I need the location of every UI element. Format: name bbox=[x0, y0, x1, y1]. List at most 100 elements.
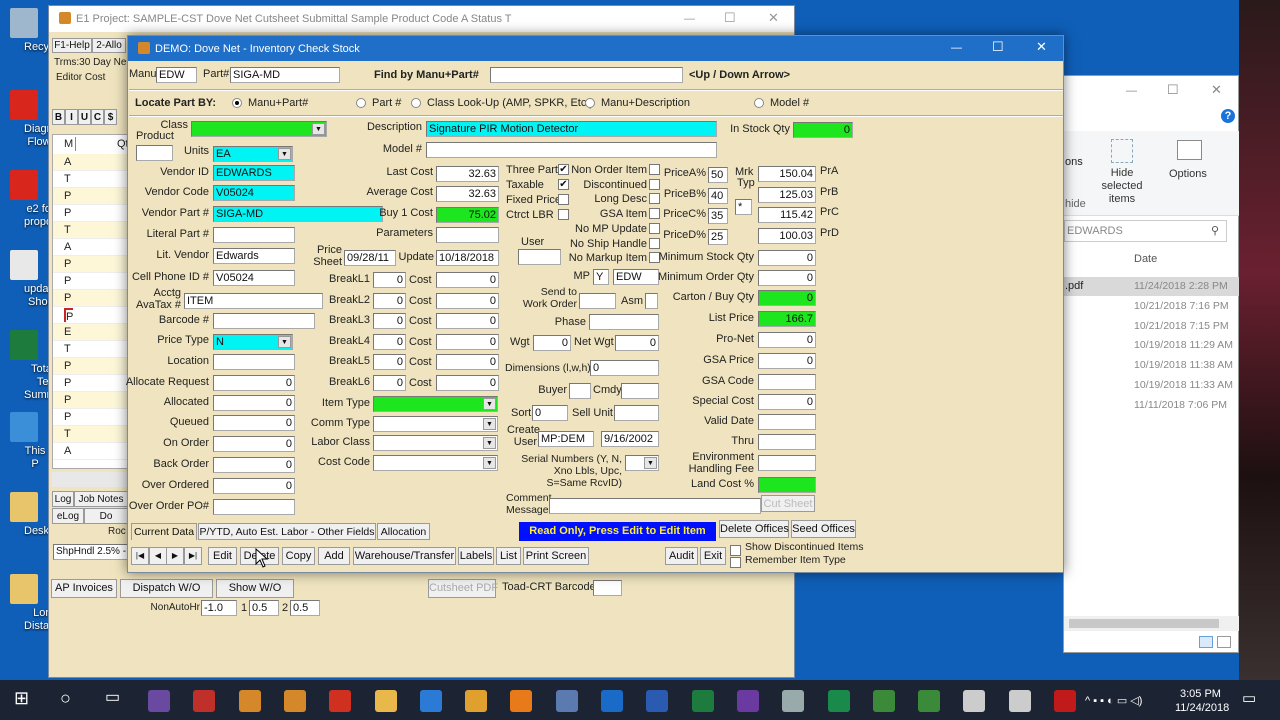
desktop-icon[interactable]: Desktop bbox=[2, 492, 64, 537]
ap-invoices-button[interactable]: AP Invoices bbox=[51, 579, 117, 598]
user-field[interactable] bbox=[518, 249, 561, 265]
weight-field[interactable]: 0 bbox=[533, 335, 571, 351]
remember-item-type-checkbox[interactable] bbox=[730, 557, 741, 568]
over-order-po-field[interactable] bbox=[213, 499, 295, 515]
hide-selected-button[interactable]: Hide selected items bbox=[1089, 167, 1155, 205]
start-icon[interactable]: ⊞ bbox=[14, 689, 29, 711]
gsa-price-field[interactable]: 0 bbox=[758, 353, 816, 369]
env-fee-field[interactable] bbox=[758, 455, 816, 471]
buyer-field[interactable] bbox=[569, 383, 591, 399]
app-icon[interactable] bbox=[283, 690, 306, 712]
toad-barcode-field[interactable] bbox=[593, 580, 622, 596]
break-cost-field[interactable]: 0 bbox=[436, 333, 499, 350]
find-input[interactable] bbox=[490, 67, 683, 83]
app-icon[interactable] bbox=[782, 690, 805, 712]
close-icon[interactable]: ✕ bbox=[1036, 40, 1047, 54]
price-percent-field[interactable]: 35 bbox=[708, 208, 728, 224]
price-percent-field[interactable]: 25 bbox=[708, 228, 728, 245]
action-labels-button[interactable]: Labels bbox=[458, 547, 494, 565]
close-icon[interactable]: ✕ bbox=[768, 11, 779, 25]
help-icon[interactable]: ? bbox=[1221, 109, 1235, 123]
locate-radio[interactable] bbox=[411, 98, 421, 108]
app-icon[interactable] bbox=[827, 690, 850, 712]
action-warehouse-transfer-button[interactable]: Warehouse/Transfer bbox=[353, 547, 456, 565]
min-stock-field[interactable]: 0 bbox=[758, 250, 816, 266]
locate-radio[interactable] bbox=[754, 98, 764, 108]
price-field[interactable]: 150.04 bbox=[758, 166, 816, 182]
vs-icon[interactable] bbox=[736, 690, 759, 712]
locate-radio[interactable] bbox=[585, 98, 595, 108]
action-edit-button[interactable]: Edit bbox=[208, 547, 237, 565]
action-copy-button[interactable]: Copy bbox=[282, 547, 315, 565]
price-field[interactable]: 125.03 bbox=[758, 186, 816, 203]
comment-field[interactable] bbox=[549, 498, 761, 514]
folder-icon[interactable] bbox=[374, 690, 397, 712]
chevron-down-icon[interactable]: ▼ bbox=[483, 398, 496, 410]
word-icon[interactable] bbox=[646, 690, 669, 712]
in-stock-field[interactable]: 0 bbox=[793, 122, 853, 138]
action-list-button[interactable]: List bbox=[496, 547, 521, 565]
desktop-icon[interactable]: e2 form proposal bbox=[2, 170, 66, 228]
comm-type-dropdown[interactable]: ▼ bbox=[373, 416, 498, 432]
pro-net-field[interactable]: 0 bbox=[758, 332, 816, 348]
action-print-screen-button[interactable]: Print Screen bbox=[523, 547, 589, 565]
hours-2-field[interactable]: 0.5 bbox=[290, 600, 320, 616]
price-field[interactable]: 115.42 bbox=[758, 207, 816, 223]
nav-last-button[interactable]: ▶| bbox=[184, 547, 202, 565]
break-qty-field[interactable]: 0 bbox=[373, 272, 406, 288]
action-add-button[interactable]: Add bbox=[318, 547, 350, 565]
thru-field[interactable] bbox=[758, 434, 816, 450]
break-cost-field[interactable]: 0 bbox=[436, 354, 499, 371]
search-box[interactable]: EDWARDS ⚲ bbox=[1064, 220, 1227, 242]
cutsheet-pdf-button[interactable]: Cutsheet PDF bbox=[428, 579, 498, 598]
sort-field[interactable]: 0 bbox=[532, 405, 568, 421]
allocate-button[interactable]: 2-Allo bbox=[92, 38, 126, 53]
app-icon[interactable] bbox=[872, 690, 895, 712]
nav-first-button[interactable]: |◀ bbox=[131, 547, 149, 565]
maximize-icon[interactable]: ☐ bbox=[992, 40, 1004, 54]
desktop-icon[interactable]: Total Te Summit bbox=[2, 330, 61, 401]
scroll-thumb[interactable] bbox=[1069, 619, 1219, 628]
dispatch-wo-button[interactable]: Dispatch W/O bbox=[120, 579, 213, 598]
break-qty-field[interactable]: 0 bbox=[373, 333, 406, 350]
model-field[interactable] bbox=[426, 142, 717, 158]
chrome-icon[interactable] bbox=[465, 690, 488, 712]
nonautohr-field[interactable]: -1.0 bbox=[201, 600, 237, 616]
item-type-dropdown[interactable]: ▼ bbox=[373, 396, 498, 412]
list-price-field[interactable]: 166.7 bbox=[758, 311, 816, 327]
task-view-icon[interactable]: ▭ bbox=[105, 690, 120, 711]
shipping-handling-field[interactable]: ShpHndl 2.5% - bbox=[53, 544, 128, 560]
create-user-field[interactable]: MP:DEM bbox=[538, 431, 594, 447]
locate-radio[interactable] bbox=[232, 98, 242, 108]
locate-radio[interactable] bbox=[356, 98, 366, 108]
minimize-icon[interactable]: — bbox=[684, 12, 695, 26]
search-input[interactable]: EDWARDS bbox=[1067, 224, 1123, 238]
markup-type-field[interactable]: * bbox=[735, 199, 752, 215]
acrobat-icon[interactable] bbox=[1054, 690, 1076, 712]
over-ordered-field[interactable]: 0 bbox=[213, 478, 295, 494]
price-field[interactable]: 100.03 bbox=[758, 227, 816, 244]
rx-icon[interactable] bbox=[193, 690, 216, 712]
audit-button[interactable]: Audit bbox=[665, 547, 698, 565]
desktop-icon[interactable]: update.t Shortc bbox=[2, 250, 64, 308]
acrobat-icon[interactable] bbox=[329, 690, 352, 712]
app-icon[interactable] bbox=[555, 690, 578, 712]
show-wo-button[interactable]: Show W/O bbox=[216, 579, 294, 598]
maximize-icon[interactable]: ☐ bbox=[724, 11, 736, 25]
chevron-down-icon[interactable]: ▼ bbox=[483, 418, 496, 430]
hours-1-field[interactable]: 0.5 bbox=[249, 600, 279, 616]
app-icon[interactable] bbox=[963, 690, 986, 712]
part-number-field[interactable]: SIGA-MD bbox=[230, 67, 340, 83]
excel-icon[interactable] bbox=[691, 690, 714, 712]
price-percent-field[interactable]: 50 bbox=[708, 167, 728, 183]
notifications-icon[interactable]: ▭ bbox=[1242, 691, 1256, 706]
special-cost-field[interactable]: 0 bbox=[758, 394, 816, 410]
carton-field[interactable]: 0 bbox=[758, 290, 816, 306]
firefox-icon[interactable] bbox=[510, 690, 533, 712]
minimize-icon[interactable]: — bbox=[1126, 84, 1137, 98]
manu-field[interactable]: EDW bbox=[156, 67, 197, 83]
app-icon[interactable] bbox=[238, 690, 261, 712]
seed-offices-button[interactable]: Seed Offices bbox=[791, 520, 856, 538]
tab-1[interactable]: P/YTD, Auto Est. Labor - Other Fields bbox=[198, 523, 376, 540]
break-qty-field[interactable]: 0 bbox=[373, 292, 406, 309]
